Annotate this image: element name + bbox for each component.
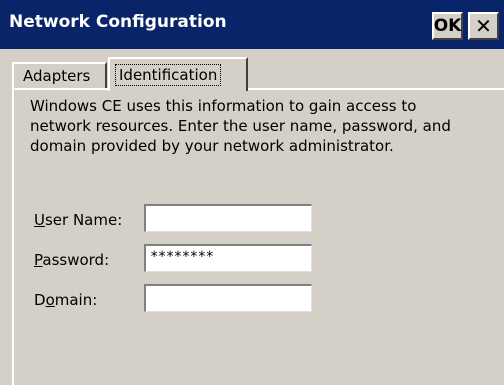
title-bar: Network Configuration OK ✕: [0, 0, 504, 49]
close-button[interactable]: ✕: [468, 12, 499, 40]
password-label: Password:: [34, 251, 110, 269]
password-input[interactable]: ********: [144, 244, 312, 272]
window-title: Network Configuration: [9, 12, 227, 32]
description-line: Windows CE uses this information to gain…: [30, 97, 417, 115]
description-line: domain provided by your network administ…: [30, 137, 394, 155]
description-text: Windows CE uses this information to gain…: [30, 96, 485, 156]
user-name-label: User Name:: [34, 211, 123, 229]
tab-panel-border: [12, 88, 504, 90]
close-icon: ✕: [475, 14, 492, 38]
tab-adapters-label: Adapters: [23, 67, 91, 85]
tab-panel-border-left: [12, 88, 14, 385]
user-name-input[interactable]: [144, 204, 312, 232]
domain-label: Domain:: [34, 291, 98, 309]
ok-button[interactable]: OK: [432, 12, 463, 40]
tab-identification[interactable]: Identification: [108, 57, 248, 91]
description-line: network resources. Enter the user name, …: [30, 117, 451, 135]
tab-adapters[interactable]: Adapters: [12, 62, 107, 88]
domain-input[interactable]: [144, 284, 312, 312]
network-configuration-window: Network Configuration OK ✕ Adapters Iden…: [0, 0, 504, 385]
tab-identification-label: Identification: [115, 64, 222, 86]
